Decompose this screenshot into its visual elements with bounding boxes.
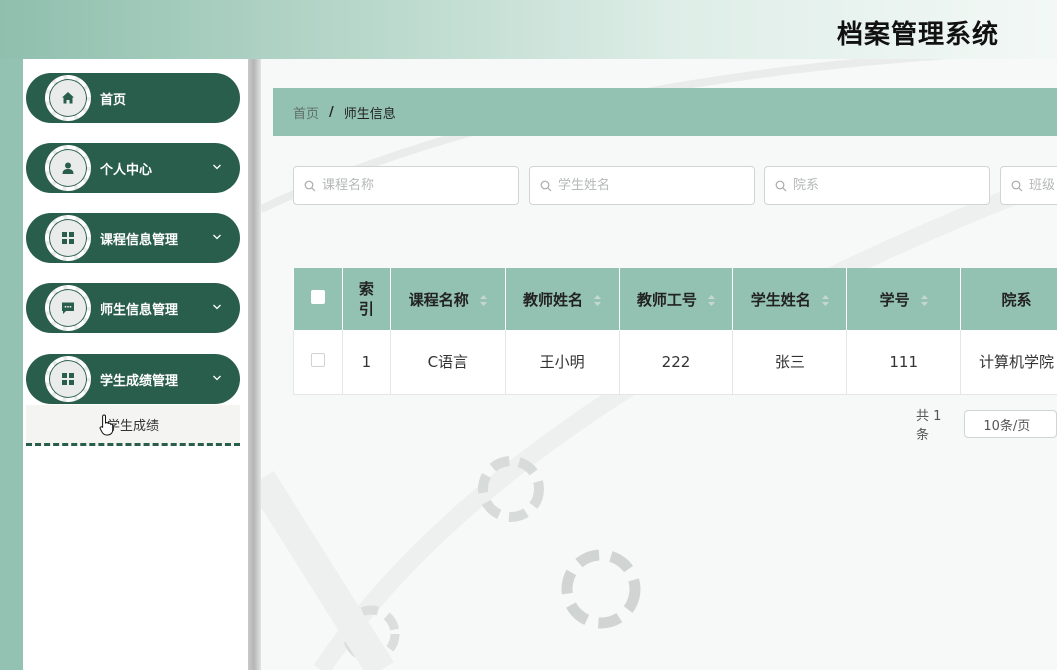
search-icon — [304, 180, 316, 191]
sidebar: 首页 个人中心 课程信息管理 师生信息管理 学生成绩管理 学生成绩 — [23, 59, 248, 670]
breadcrumb-current: 师生信息 — [343, 106, 396, 122]
search-icon — [540, 180, 552, 191]
cell-student-id: 111 — [846, 330, 962, 395]
search-student-name[interactable] — [529, 166, 755, 205]
column-header-teacher-name[interactable]: 教师姓名 — [505, 268, 620, 330]
search-department[interactable] — [764, 166, 990, 205]
chat-icon — [45, 285, 91, 331]
sidebar-item-course-management[interactable]: 课程信息管理 — [26, 213, 240, 263]
cell-course: C语言 — [390, 330, 506, 395]
sidebar-item-home[interactable]: 首页 — [26, 73, 240, 123]
department-input[interactable] — [793, 178, 973, 193]
mouse-cursor-icon — [99, 414, 114, 436]
sidebar-item-label: 课程信息管理 — [100, 233, 179, 248]
page-size-value: 10条/页 — [983, 418, 1031, 434]
breadcrumb-separator: / — [329, 104, 334, 120]
sidebar-item-label: 学生成绩管理 — [100, 374, 179, 389]
column-header-student-name[interactable]: 学生姓名 — [732, 268, 848, 330]
pagination: 共 1 条 10条/页 — [916, 405, 1057, 443]
search-course-name[interactable] — [293, 166, 519, 205]
cell-index: 1 — [342, 330, 391, 395]
cell-teacher-name: 王小明 — [505, 330, 620, 395]
app-title: 档案管理系统 — [836, 20, 999, 50]
column-header-student-id[interactable]: 学号 — [846, 268, 962, 330]
pagination-total: 共 1 条 — [916, 409, 942, 443]
sidebar-scrollbar[interactable] — [248, 59, 261, 670]
grid-icon — [45, 215, 91, 261]
student-name-input[interactable] — [558, 178, 738, 193]
home-icon — [45, 75, 91, 121]
sidebar-item-label: 个人中心 — [100, 163, 153, 178]
search-class[interactable] — [1000, 166, 1057, 205]
course-name-input[interactable] — [322, 178, 502, 193]
table-header-row: 索 引 课程名称 教师姓名 教师工号 学生姓名 学号 院系 — [293, 268, 1057, 330]
search-icon — [775, 180, 787, 191]
sort-icon[interactable] — [479, 294, 487, 306]
submenu-item-student-grades[interactable]: 学生成绩 — [26, 405, 240, 446]
left-accent-strip — [0, 59, 23, 670]
sort-icon[interactable] — [920, 294, 928, 306]
page-size-select[interactable]: 10条/页 — [964, 410, 1057, 438]
cell-student-name: 张三 — [732, 330, 848, 395]
chevron-down-icon — [213, 375, 221, 381]
breadcrumb: 首页 / 师生信息 — [273, 88, 1057, 136]
search-icon — [1011, 180, 1023, 191]
user-icon — [45, 145, 91, 191]
column-header-index: 索 引 — [342, 268, 391, 330]
main-content: 首页 / 师生信息 索 引 课程名称 — [261, 59, 1057, 670]
sort-icon[interactable] — [708, 294, 716, 306]
sidebar-item-grade-management[interactable]: 学生成绩管理 — [26, 354, 240, 404]
top-header: 档案管理系统 — [0, 0, 1057, 59]
chevron-down-icon — [213, 304, 221, 310]
sidebar-item-personal-center[interactable]: 个人中心 — [26, 143, 240, 193]
grid-icon — [45, 356, 91, 402]
sidebar-item-label: 首页 — [100, 93, 127, 108]
select-all-header — [293, 268, 343, 330]
data-table: 索 引 课程名称 教师姓名 教师工号 学生姓名 学号 院系 1 C语言 王小明 … — [293, 268, 1057, 395]
breadcrumb-home-link[interactable]: 首页 — [293, 103, 319, 122]
cell-department: 计算机学院 — [960, 330, 1057, 395]
row-checkbox[interactable] — [310, 352, 325, 367]
row-checkbox-cell — [293, 330, 343, 395]
class-input[interactable] — [1029, 178, 1057, 193]
table-row: 1 C语言 王小明 222 张三 111 计算机学院 — [293, 330, 1057, 395]
column-header-department[interactable]: 院系 — [960, 268, 1057, 330]
column-header-teacher-id[interactable]: 教师工号 — [619, 268, 734, 330]
chevron-down-icon — [213, 234, 221, 240]
select-all-checkbox[interactable] — [310, 290, 325, 304]
sidebar-item-teacher-student-management[interactable]: 师生信息管理 — [26, 283, 240, 333]
chevron-down-icon — [213, 164, 221, 170]
column-header-course[interactable]: 课程名称 — [390, 268, 506, 330]
cell-teacher-id: 222 — [619, 330, 734, 395]
sidebar-item-label: 师生信息管理 — [100, 303, 179, 318]
sort-icon[interactable] — [821, 294, 829, 306]
sort-icon[interactable] — [594, 294, 602, 306]
